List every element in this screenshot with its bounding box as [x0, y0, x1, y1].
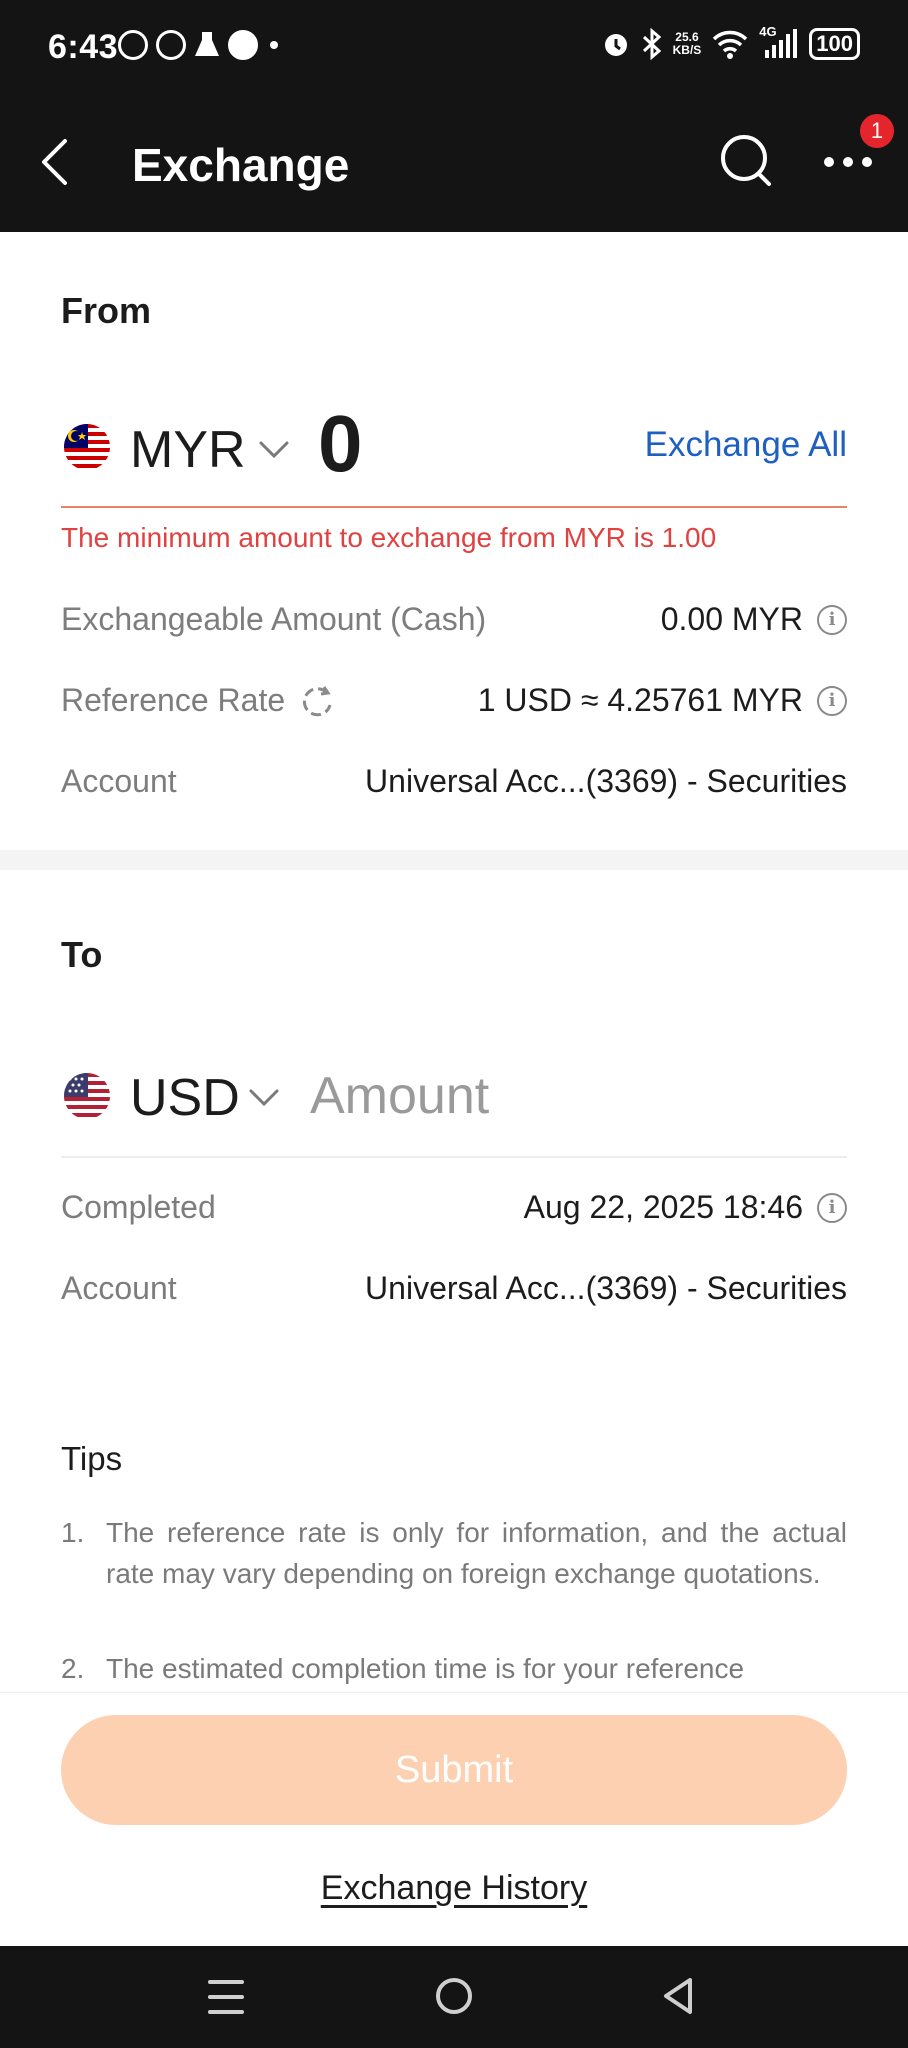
threads-icon — [118, 30, 148, 60]
from-account-label: Account — [61, 763, 177, 799]
from-account-value[interactable]: Universal Acc...(3369) - Securities — [365, 763, 847, 800]
tip-item: 1. The reference rate is only for inform… — [61, 1517, 847, 1589]
info-icon[interactable]: i — [817, 685, 847, 716]
alarm-icon — [604, 34, 627, 56]
battery-indicator: 100 — [809, 28, 860, 60]
bluetooth-icon — [642, 28, 661, 60]
exchangeable-amount-value: 0.00 MYR i — [661, 601, 847, 638]
status-bar: 6:43 25.6 KB/S 4G 100 — [0, 0, 908, 100]
page-title: Exchange — [132, 139, 350, 191]
back-button[interactable] — [26, 130, 82, 194]
to-account-label: Account — [61, 1270, 177, 1306]
reference-rate-label: Reference Rate — [61, 682, 335, 719]
from-amount-underline — [61, 506, 847, 508]
info-icon[interactable]: i — [817, 604, 847, 635]
status-time: 6:43 — [48, 28, 119, 66]
to-account-value[interactable]: Universal Acc...(3369) - Securities — [365, 1270, 847, 1307]
tip-item: 2. The estimated completion time is for … — [61, 1653, 745, 1684]
to-currency-selector[interactable]: USD — [130, 1068, 240, 1128]
network-speed: 25.6 KB/S — [672, 30, 702, 57]
exchangeable-amount-label: Exchangeable Amount (Cash) — [61, 601, 487, 637]
us-flag-icon[interactable] — [64, 1073, 110, 1119]
search-button[interactable] — [716, 130, 776, 194]
malaysia-flag-icon[interactable] — [64, 424, 110, 470]
cellular-signal-icon: 4G — [759, 24, 799, 60]
app-header: Exchange — [0, 100, 908, 232]
chevron-down-icon[interactable] — [248, 1088, 280, 1108]
system-nav-bar — [0, 1946, 908, 2048]
chevron-left-icon — [42, 139, 67, 185]
completed-label: Completed — [61, 1189, 216, 1225]
refresh-icon[interactable] — [299, 683, 335, 719]
info-icon[interactable]: i — [817, 1192, 847, 1223]
section-separator — [0, 850, 908, 870]
exchange-history-link[interactable]: Exchange History — [321, 1869, 587, 1907]
bottom-action-panel: Submit Exchange History — [0, 1692, 908, 1946]
to-amount-input[interactable]: Amount — [310, 1066, 489, 1126]
tips-title: Tips — [61, 1440, 123, 1477]
wifi-icon — [713, 30, 748, 59]
min-amount-error: The minimum amount to exchange from MYR … — [61, 522, 717, 553]
exchange-all-button[interactable]: Exchange All — [645, 425, 847, 465]
facebook-icon — [228, 30, 258, 60]
recent-apps-icon[interactable] — [208, 1978, 244, 2016]
from-section-title: From — [61, 290, 151, 331]
whatsapp-icon — [156, 30, 186, 60]
status-indicators: 25.6 KB/S 4G 100 — [601, 24, 860, 60]
lab-flask-icon — [195, 32, 219, 56]
completed-value: Aug 22, 2025 18:46 i — [524, 1189, 847, 1226]
status-app-icons — [118, 30, 278, 60]
from-amount-input[interactable]: 0 — [318, 398, 363, 490]
exchange-history-link-row: Exchange History — [0, 1869, 908, 1908]
back-nav-icon[interactable] — [660, 1976, 696, 2016]
chevron-down-icon[interactable] — [258, 440, 290, 460]
more-notifications-dot — [270, 41, 278, 49]
submit-button[interactable]: Submit — [61, 1715, 847, 1825]
to-amount-underline — [61, 1156, 847, 1158]
home-icon[interactable] — [434, 1976, 474, 2016]
from-currency-selector[interactable]: MYR — [130, 420, 246, 480]
search-icon — [721, 135, 771, 186]
to-section-title: To — [61, 934, 103, 975]
notification-badge: 1 — [860, 114, 894, 148]
more-dots-icon — [824, 157, 872, 167]
reference-rate-value: 1 USD ≈ 4.25761 MYR i — [478, 682, 847, 719]
